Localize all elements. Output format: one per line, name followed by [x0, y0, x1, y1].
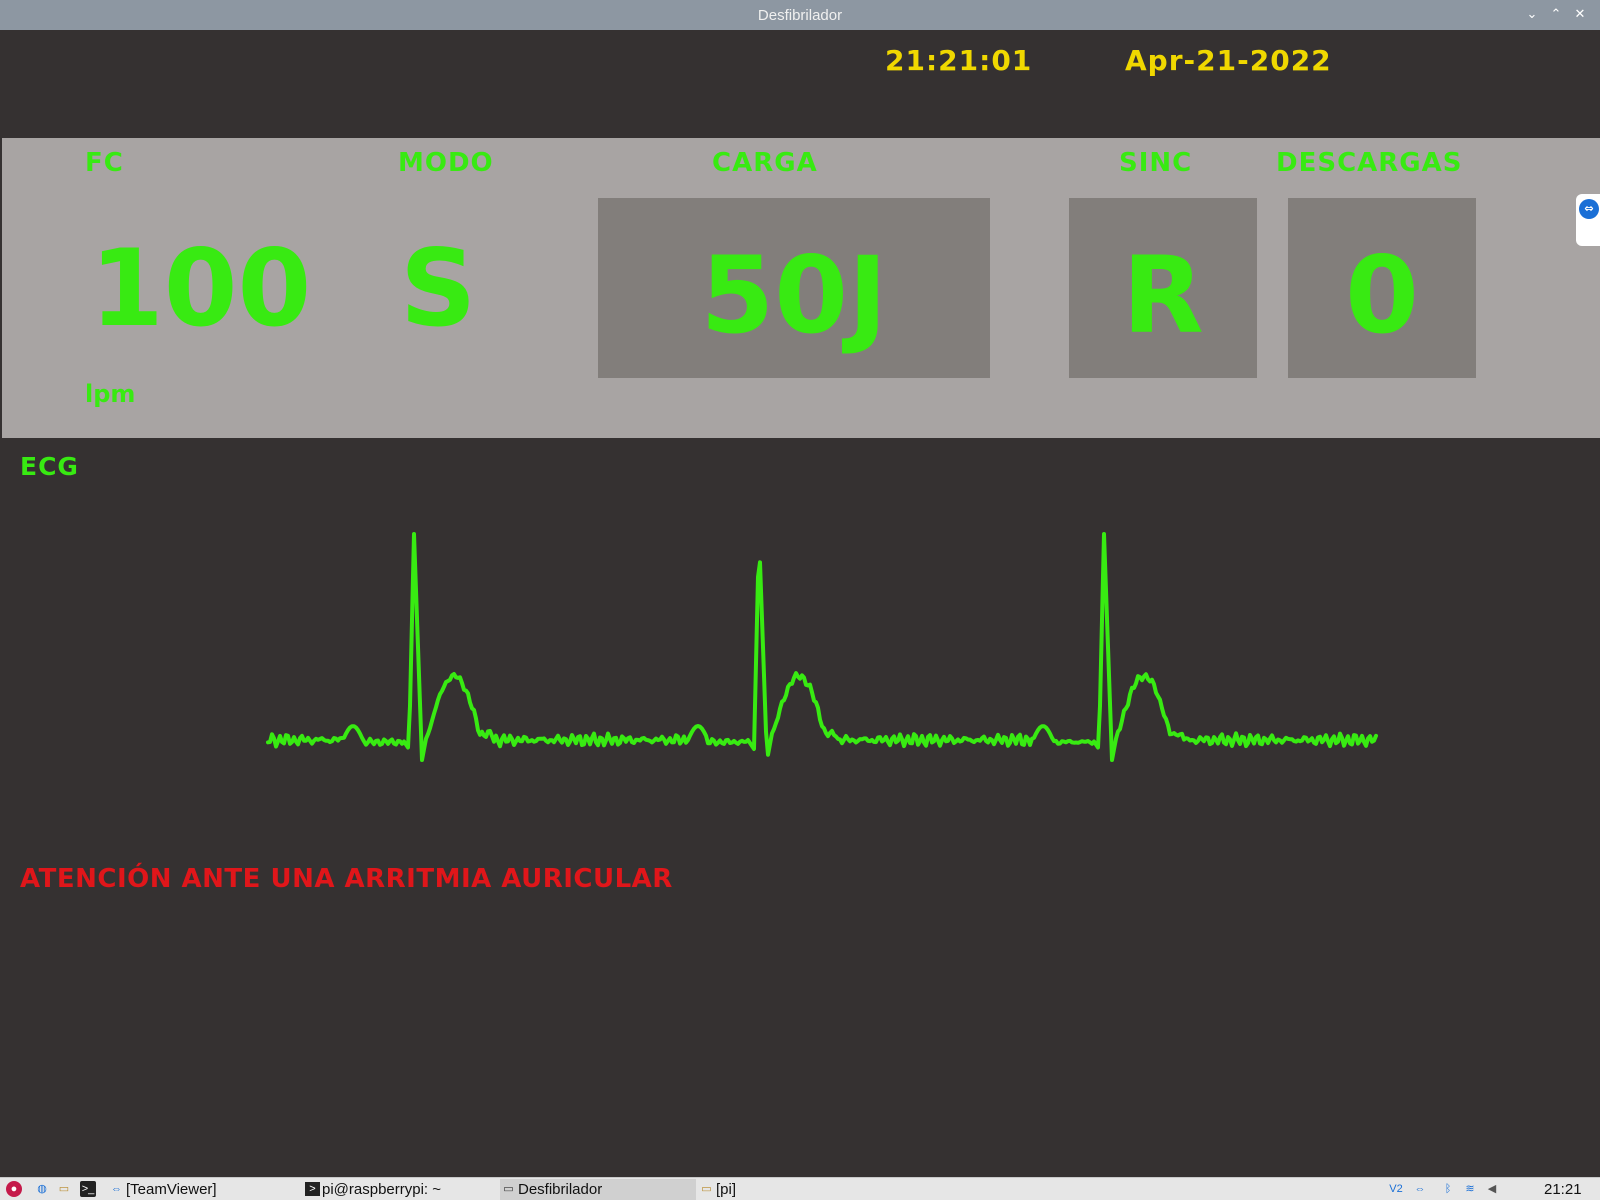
defibrillator-window: 21:21:01 Apr-21-2022 FC MODO CARGA SINC … — [2, 30, 1600, 1177]
terminal-launcher-icon[interactable]: >_ — [80, 1181, 96, 1197]
carga-label: CARGA — [712, 148, 818, 178]
modo-value: S — [400, 227, 477, 350]
carga-value: 50J — [700, 234, 888, 357]
folder-icon: ▭ — [701, 1183, 712, 1195]
maximize-button[interactable]: ⌃ — [1546, 4, 1566, 26]
terminal-icon: > — [305, 1182, 320, 1196]
clock-time: 21:21:01 — [885, 44, 1033, 77]
teamviewer-tray-icon[interactable]: ⇔ — [1412, 1181, 1428, 1197]
taskbar: ● ◍ ▭ >_ ⇔ [TeamViewer] > pi@raspberrypi… — [0, 1177, 1600, 1200]
volume-icon[interactable]: ◀ — [1484, 1181, 1500, 1197]
bluetooth-icon[interactable]: ᛒ — [1440, 1181, 1456, 1197]
browser-icon[interactable]: ◍ — [34, 1181, 50, 1197]
task-folder-pi[interactable]: ▭ [pi] — [698, 1179, 894, 1200]
task-desfibrilador[interactable]: ▭ Desfibrilador — [500, 1179, 696, 1200]
window-title: Desfibrilador — [757, 7, 843, 24]
sinc-value: R — [1122, 234, 1204, 357]
carga-box[interactable]: 50J — [598, 198, 990, 378]
task-teamviewer[interactable]: ⇔ [TeamViewer] — [108, 1179, 304, 1200]
header-bar: 21:21:01 Apr-21-2022 — [2, 30, 1600, 138]
ecg-waveform — [266, 532, 1378, 762]
minimize-button[interactable]: ⌄ — [1522, 4, 1542, 26]
task-label: [TeamViewer] — [126, 1181, 217, 1198]
fc-unit: lpm — [85, 380, 136, 408]
taskbar-clock[interactable]: 21:21 — [1544, 1179, 1582, 1200]
task-label: [pi] — [716, 1181, 737, 1198]
vnc-icon[interactable]: V2 — [1388, 1181, 1404, 1197]
sinc-box[interactable]: R — [1069, 198, 1257, 378]
descargas-box[interactable]: 0 — [1288, 198, 1476, 378]
ecg-trace — [266, 532, 1378, 762]
descargas-label: DESCARGAS — [1276, 148, 1463, 178]
wifi-icon[interactable]: ≋ — [1462, 1181, 1478, 1197]
arrhythmia-alert: ATENCIÓN ANTE UNA ARRITMIA AURICULAR — [20, 864, 673, 894]
clock-date: Apr-21-2022 — [1125, 44, 1332, 77]
window-icon: ▭ — [503, 1183, 514, 1195]
file-manager-icon[interactable]: ▭ — [56, 1181, 72, 1197]
sinc-label: SINC — [1119, 148, 1193, 178]
task-label: pi@raspberrypi: ~ — [322, 1181, 442, 1198]
teamviewer-icon: ⇔ — [111, 1183, 122, 1195]
parameter-panel: FC MODO CARGA SINC DESCARGAS 100 S 50J R… — [2, 138, 1600, 438]
close-button[interactable]: ✕ — [1570, 4, 1590, 26]
raspberry-menu-icon[interactable]: ● — [6, 1181, 22, 1197]
teamviewer-side-tab[interactable]: ⇔ — [1576, 194, 1600, 246]
teamviewer-icon: ⇔ — [1579, 199, 1599, 219]
fc-label: FC — [85, 148, 124, 178]
modo-label: MODO — [398, 148, 494, 178]
task-label: Desfibrilador — [518, 1181, 603, 1198]
descargas-value: 0 — [1345, 234, 1419, 357]
task-terminal[interactable]: > pi@raspberrypi: ~ — [304, 1179, 500, 1200]
window-titlebar[interactable]: Desfibrilador ⌄ ⌃ ✕ — [0, 0, 1600, 30]
fc-value: 100 — [90, 227, 312, 350]
